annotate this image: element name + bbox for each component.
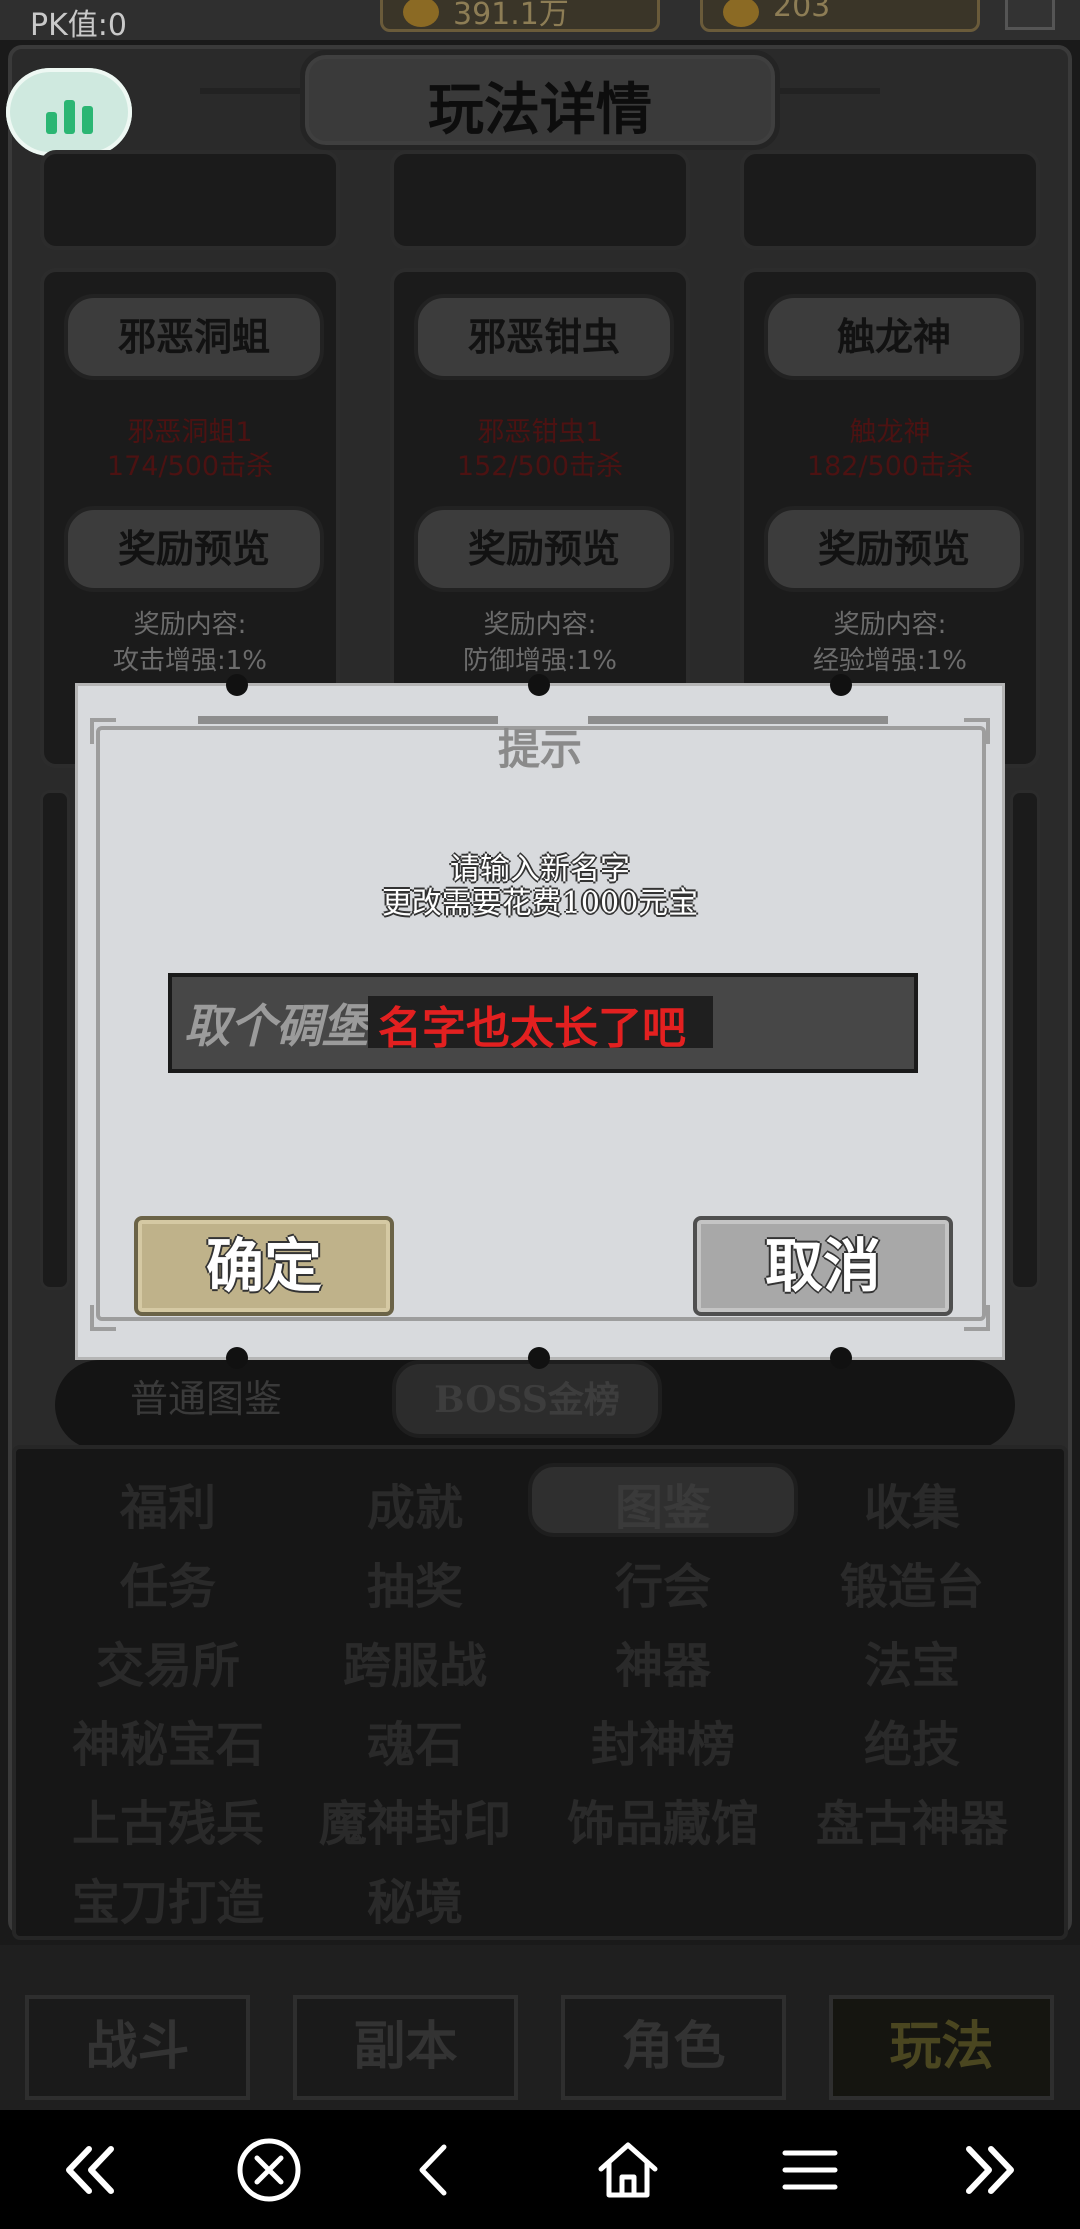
confirm-button[interactable]: 确定 [134, 1216, 394, 1316]
double-right-icon[interactable] [945, 2125, 1035, 2215]
cancel-button[interactable]: 取消 [693, 1216, 953, 1316]
system-nav-bar [0, 2110, 1080, 2229]
back-icon[interactable] [390, 2125, 480, 2215]
dialog-ornament [528, 674, 550, 696]
rename-cost: 更改需要花费1000元宝 [381, 886, 699, 921]
double-left-icon[interactable] [45, 2125, 135, 2215]
close-circle-icon[interactable] [224, 2125, 314, 2215]
dialog-ornament [226, 1347, 248, 1369]
dialog-title: 提示 [497, 725, 582, 774]
dialog-ornament [830, 1347, 852, 1369]
rename-dialog: 提示 请输入新名字 更改需要花费1000元宝 名字也太长了吧 确定 取消 [75, 674, 1005, 1369]
home-icon[interactable] [583, 2125, 673, 2215]
dialog-ornament [830, 674, 852, 696]
menu-icon[interactable] [765, 2125, 855, 2215]
frame-corner [964, 1305, 990, 1331]
name-too-long-text: 名字也太长了吧 [378, 1003, 686, 1054]
dialog-ornament [226, 674, 248, 696]
dialog-ornament [528, 1347, 550, 1369]
frame-corner [90, 1305, 116, 1331]
